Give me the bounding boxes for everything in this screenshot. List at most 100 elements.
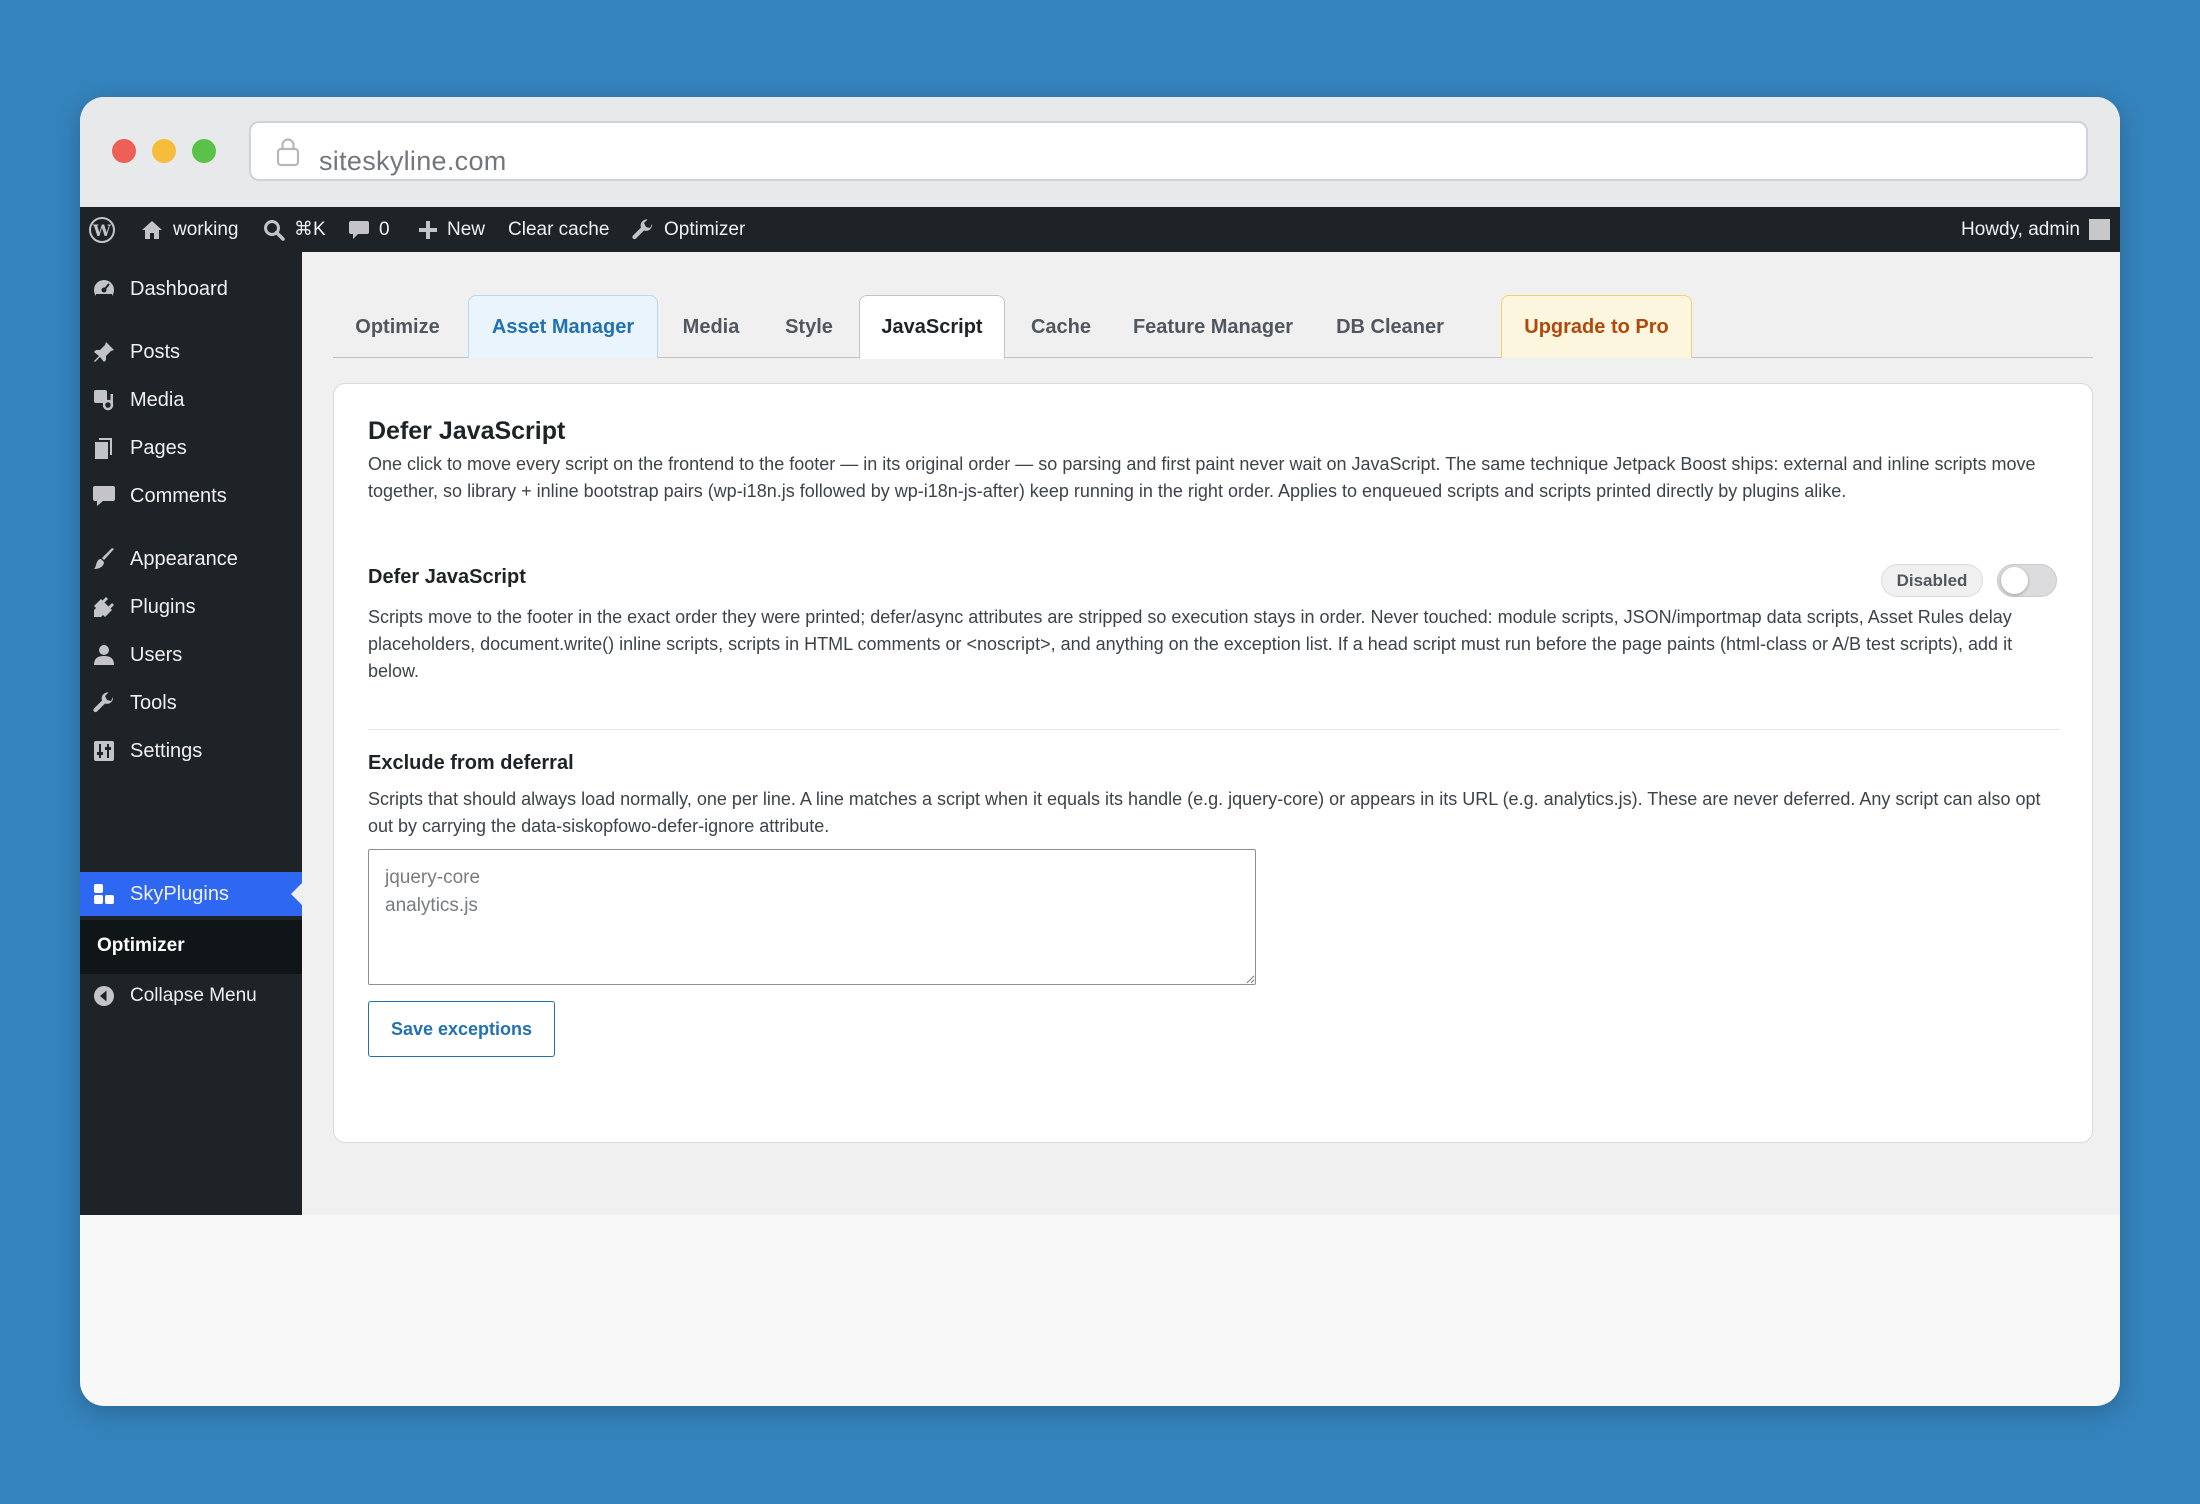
- howdy-text: Howdy, admin: [1961, 218, 2080, 240]
- sidebar-label-users: Users: [130, 643, 183, 666]
- address-bar[interactable]: siteskyline.com: [249, 121, 2088, 181]
- search-icon: [264, 219, 285, 241]
- defer-javascript-card: Defer JavaScript One click to move every…: [333, 383, 2093, 1143]
- new-content-menu[interactable]: New: [418, 207, 485, 252]
- tab-media[interactable]: Media: [663, 295, 759, 358]
- wordpress-logo-menu[interactable]: W: [88, 207, 116, 252]
- sidebar-item-pages[interactable]: Pages: [80, 426, 302, 470]
- settings-tabs: Optimize Asset Manager Media Style JavaS…: [333, 295, 2093, 359]
- tab-label: JavaScript: [881, 316, 983, 338]
- sidebar-item-appearance[interactable]: Appearance: [80, 537, 302, 581]
- sidebar-item-skyplugins[interactable]: SkyPlugins: [80, 872, 302, 916]
- sidebar-label-comments: Comments: [130, 484, 227, 507]
- clear-cache-label: Clear cache: [508, 218, 610, 240]
- status-badge: Disabled: [1881, 564, 1983, 597]
- comments-count: 0: [379, 218, 390, 240]
- wrench-icon: [93, 692, 114, 713]
- tab-feature-manager[interactable]: Feature Manager: [1118, 295, 1308, 358]
- sidebar-label-pages: Pages: [130, 436, 187, 459]
- sidebar-item-dashboard[interactable]: Dashboard: [80, 267, 302, 311]
- search-shortcut[interactable]: ⌘K: [263, 207, 326, 252]
- sidebar-label-appearance: Appearance: [130, 547, 238, 570]
- minimize-window-button[interactable]: [152, 139, 176, 163]
- collapse-icon: [94, 986, 114, 1006]
- lock-icon: [276, 138, 300, 167]
- sidebar-item-tools[interactable]: Tools: [80, 681, 302, 725]
- tab-cache[interactable]: Cache: [1011, 295, 1111, 358]
- search-shortcut-label: ⌘K: [294, 219, 326, 240]
- pages-icon: [95, 438, 112, 459]
- settings-icon: [94, 741, 114, 761]
- tab-label: Media: [682, 315, 740, 338]
- optimizer-label: Optimizer: [664, 218, 746, 240]
- tab-javascript[interactable]: JavaScript: [859, 295, 1005, 359]
- sidebar-label-skyplugins: SkyPlugins: [130, 882, 229, 905]
- browser-chrome: siteskyline.com: [80, 97, 2120, 207]
- exclude-textarea[interactable]: [368, 849, 1256, 985]
- sidebar-label-settings: Settings: [130, 739, 203, 762]
- save-exceptions-button[interactable]: Save exceptions: [368, 1001, 555, 1057]
- brush-icon: [94, 548, 114, 569]
- new-label: New: [447, 218, 486, 240]
- dashboard-icon: [94, 280, 114, 300]
- pin-icon: [94, 342, 114, 362]
- site-name-menu[interactable]: working: [140, 207, 238, 252]
- collapse-menu-button[interactable]: Collapse Menu: [80, 974, 302, 1018]
- site-name: working: [173, 218, 239, 240]
- collapse-menu-label: Collapse Menu: [130, 985, 257, 1006]
- sidebar-item-comments[interactable]: Comments: [80, 474, 302, 518]
- sidebar-item-posts[interactable]: Posts: [80, 330, 302, 374]
- wordpress-icon: W: [89, 216, 115, 243]
- tab-upgrade-to-pro[interactable]: Upgrade to Pro: [1501, 295, 1692, 358]
- submenu-item-optimizer[interactable]: Optimizer: [97, 935, 185, 957]
- section-divider: [368, 729, 2060, 730]
- admin-bar: W working ⌘K 0 New Clear cache Optimizer…: [80, 207, 2120, 252]
- sidebar-item-media[interactable]: Media: [80, 378, 302, 422]
- sidebar-label-plugins: Plugins: [130, 595, 196, 618]
- maximize-window-button[interactable]: [192, 139, 216, 163]
- skyplugins-icon: [94, 884, 114, 904]
- plug-icon: [94, 597, 114, 617]
- defer-setting-description: Scripts move to the footer in the exact …: [368, 607, 2013, 681]
- tab-label: DB Cleaner: [1336, 315, 1444, 338]
- sidebar-item-settings[interactable]: Settings: [80, 729, 302, 773]
- exclude-label: Exclude from deferral: [368, 752, 574, 774]
- defer-setting-label: Defer JavaScript: [368, 566, 526, 588]
- svg-text:W: W: [92, 221, 112, 240]
- tab-label: Asset Manager: [491, 315, 635, 338]
- defer-javascript-toggle[interactable]: [1997, 564, 2057, 597]
- sidebar-submenu: Optimizer: [80, 920, 302, 974]
- url-text: siteskyline.com: [319, 146, 507, 176]
- comments-menu[interactable]: 0: [348, 207, 390, 252]
- sidebar-label-media: Media: [130, 388, 185, 411]
- avatar: [2089, 219, 2110, 240]
- tab-label: Upgrade to Pro: [1524, 315, 1669, 338]
- home-icon: [142, 220, 162, 239]
- sidebar-item-plugins[interactable]: Plugins: [80, 585, 302, 629]
- tab-style[interactable]: Style: [765, 295, 853, 358]
- tab-optimize[interactable]: Optimize: [334, 295, 461, 358]
- tab-label: Feature Manager: [1132, 315, 1294, 338]
- comment-icon: [93, 486, 115, 506]
- toggle-knob: [2001, 567, 2028, 594]
- sidebar-item-users[interactable]: Users: [80, 633, 302, 677]
- optimizer-menu[interactable]: Optimizer: [631, 207, 745, 252]
- sidebar-label-tools: Tools: [130, 691, 177, 714]
- tab-label: Cache: [1030, 315, 1092, 338]
- card-intro: One click to move every script on the fr…: [368, 454, 2036, 501]
- user-icon: [94, 645, 114, 665]
- wrench-icon: [632, 218, 653, 239]
- browser-window: siteskyline.com W working ⌘K 0 New Clear…: [80, 97, 2120, 1406]
- admin-sidebar: Dashboard Posts Media Pages Comments App…: [80, 252, 302, 1215]
- clear-cache-button[interactable]: Clear cache: [508, 207, 609, 252]
- tab-label: Optimize: [355, 315, 440, 338]
- exclude-description: Scripts that should always load normally…: [368, 789, 2041, 836]
- sidebar-label-posts: Posts: [130, 340, 181, 363]
- my-account-menu[interactable]: Howdy, admin: [1961, 207, 2110, 252]
- tab-label: Style: [785, 315, 833, 338]
- card-title: Defer JavaScript: [368, 417, 566, 445]
- tab-db-cleaner[interactable]: DB Cleaner: [1315, 295, 1465, 358]
- close-window-button[interactable]: [112, 139, 136, 163]
- tab-asset-manager[interactable]: Asset Manager: [468, 295, 658, 358]
- sidebar-label-dashboard: Dashboard: [130, 277, 228, 300]
